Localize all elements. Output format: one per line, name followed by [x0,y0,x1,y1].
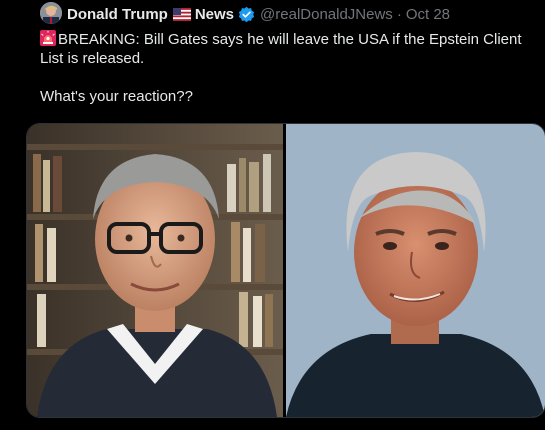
tweet-text-line-2: What's your reaction?? [40,88,193,105]
tweet-text-line-1: BREAKING: Bill Gates says he will leave … [40,31,522,67]
photo-right[interactable] [286,124,545,417]
author-name-suffix[interactable]: News [195,6,234,23]
photo-left[interactable] [27,124,283,417]
author-name[interactable]: Donald Trump [67,6,168,23]
verified-badge-icon [238,6,255,23]
tweet-text-paragraph-2: What's your reaction?? [40,87,535,106]
tweet-media[interactable] [26,123,545,418]
tweet[interactable]: Donald Trump News @realDonaldJNews · Oct… [0,0,545,430]
avatar[interactable] [40,2,62,24]
tweet-header: Donald Trump News @realDonaldJNews · Oct… [67,4,450,24]
rotating-light-icon [40,30,56,46]
us-flag-icon [172,7,191,21]
tweet-date[interactable]: Oct 28 [406,6,450,23]
author-handle[interactable]: @realDonaldJNews [260,6,393,23]
tweet-text: BREAKING: Bill Gates says he will leave … [40,30,535,106]
tweet-text-paragraph-1: BREAKING: Bill Gates says he will leave … [40,30,535,68]
header-separator: · [396,5,402,23]
